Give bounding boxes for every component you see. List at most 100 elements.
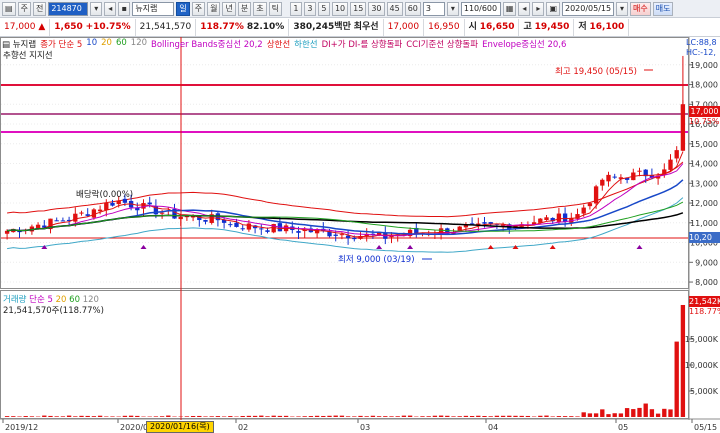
chart-canvas[interactable]: 19,00018,00017,00016,00015,00014,00013,0… (0, 37, 720, 433)
volume-bar (550, 416, 555, 417)
dmi-legend[interactable]: DI+가 DI-를 상향돌파 (322, 38, 403, 50)
date-cursor-label: 2020/01/16(목) (146, 421, 214, 433)
period-month-button[interactable]: 월 (207, 1, 221, 16)
volume-bar (166, 415, 171, 417)
candle-body (159, 212, 165, 214)
prev-icon[interactable]: ◂ (518, 1, 531, 16)
volume-bar (296, 416, 301, 417)
period-day-button[interactable]: 일 (176, 1, 190, 16)
candle-body (562, 213, 568, 223)
hc-label: HC:-12, (686, 48, 716, 57)
volume-pct: 118.77% (689, 307, 720, 316)
volume-bar (228, 416, 233, 417)
volume-value: 21,541,570 (136, 18, 197, 36)
bb-lower-band (7, 197, 684, 253)
stock-type-select[interactable]: 주 (17, 1, 31, 16)
volume-bar (66, 415, 72, 417)
date-input[interactable]: 2020/05/15 (562, 1, 614, 16)
period-minute-button[interactable]: 분 (237, 1, 252, 16)
period-year-button[interactable]: 년 (222, 1, 236, 16)
period-tick-button[interactable]: 틱 (268, 1, 282, 16)
volume-bar (370, 415, 376, 417)
sell-button[interactable]: 매도 (652, 1, 674, 16)
ma20-legend[interactable]: 20 (101, 38, 112, 50)
ma120-legend[interactable]: 120 (131, 38, 147, 50)
volume-bar (494, 415, 500, 417)
interval-45-button[interactable]: 45 (386, 1, 403, 16)
volume-bar (252, 415, 258, 417)
stock-code-input[interactable]: 214870 (48, 1, 89, 16)
candle-body (680, 104, 685, 112)
date-dropdown-icon[interactable]: ▾ (616, 1, 628, 16)
ma60-legend[interactable]: 60 (116, 38, 127, 50)
toolbar: ▤ 주 전 214870 ▾ ◂ ▪ 뉴지랩 일 주 월 년 분 초 틱 1 3… (0, 0, 720, 18)
volume-bar (209, 416, 214, 417)
ma-green-line (7, 201, 684, 232)
interval-custom-input[interactable]: 3 (422, 1, 445, 16)
prev-select[interactable]: 전 (32, 1, 47, 16)
low-annotation: 최저 9,000 (03/19) (338, 254, 415, 265)
candle-body (581, 207, 586, 214)
sound-icon[interactable]: ◂ (104, 1, 117, 16)
interval-10-button[interactable]: 10 (331, 1, 349, 16)
candle-body (54, 220, 59, 222)
price-legend: ▤ 뉴지랩 종가 단순 5 10 20 60 120 Bollinger Ban… (0, 38, 690, 50)
volume-bar (538, 415, 543, 417)
bb-upper-legend[interactable]: 상한선 (267, 38, 290, 50)
volume-bar (581, 412, 586, 417)
candle-body (544, 217, 549, 220)
best-bid: 16,950 (424, 18, 465, 36)
interval-15-button[interactable]: 15 (350, 1, 367, 16)
volume-bar (389, 416, 394, 417)
envelope-legend[interactable]: Envelope중심선 20,6 (482, 38, 566, 50)
menu-icon[interactable]: ▤ (2, 1, 16, 16)
interval-30-button[interactable]: 30 (368, 1, 385, 16)
candle-body (97, 209, 103, 212)
data-count-input[interactable]: 110/600 (460, 1, 501, 16)
period-second-button[interactable]: 초 (253, 1, 267, 16)
candle-body (612, 176, 617, 178)
candle-body (246, 223, 252, 230)
open-label: 시 (468, 21, 477, 32)
volume-bar (29, 416, 35, 417)
search-icon[interactable]: ▾ (90, 1, 103, 16)
volume-bar (476, 415, 481, 417)
buy-button[interactable]: 매수 (630, 1, 651, 16)
bb-lower-legend[interactable]: 하한선 (294, 38, 317, 50)
lc-label: LC:88,8 (686, 38, 717, 47)
volume-bar (513, 415, 518, 417)
volume-tick-label: 15,000K (685, 335, 719, 344)
interval-3-button[interactable]: 3 (303, 1, 316, 16)
volume-bar (482, 416, 487, 417)
volume-tick-label: 5,000K (690, 387, 719, 396)
bb-legend[interactable]: Bollinger Bands중심선 20,2 (151, 38, 263, 50)
volume-bar (73, 416, 78, 417)
open-price: 시 16,650 (465, 18, 520, 36)
interval-1-button[interactable]: 1 (289, 1, 302, 16)
grid-icon[interactable]: ▦ (502, 1, 517, 16)
cursor-price-tag: 10,20 (689, 232, 720, 243)
volume-bar (500, 415, 506, 417)
interval-60-button[interactable]: 60 (404, 1, 421, 16)
volume-bar (135, 415, 140, 417)
calendar-icon[interactable]: ▣ (546, 1, 560, 16)
lock-icon[interactable]: ▪ (118, 1, 131, 16)
stock-name-field[interactable]: 뉴지랩 (132, 1, 175, 16)
date-axis: 2019/12 2020/0 02 03 04 05 05/15 (2, 419, 717, 432)
interval-5-button[interactable]: 5 (317, 1, 330, 16)
volume-bar (655, 413, 661, 417)
price-tick-label: 8,000 (695, 278, 718, 287)
period-week-button[interactable]: 주 (191, 1, 206, 16)
volume-bar (11, 416, 16, 417)
next-icon[interactable]: ▸ (532, 1, 545, 16)
volume-bar (358, 415, 363, 417)
volume-bar (364, 416, 369, 417)
volume-bar (79, 415, 84, 417)
ma10-legend[interactable]: 10 (86, 38, 97, 50)
date-tick-label: 05/15 (694, 423, 717, 432)
interval-dropdown-icon[interactable]: ▾ (446, 1, 459, 16)
cci-legend[interactable]: CCI기준선 상향돌파 (406, 38, 478, 50)
volume-bar (606, 414, 611, 417)
volume-bars (4, 304, 686, 417)
best-label: 최우선 (353, 21, 379, 32)
